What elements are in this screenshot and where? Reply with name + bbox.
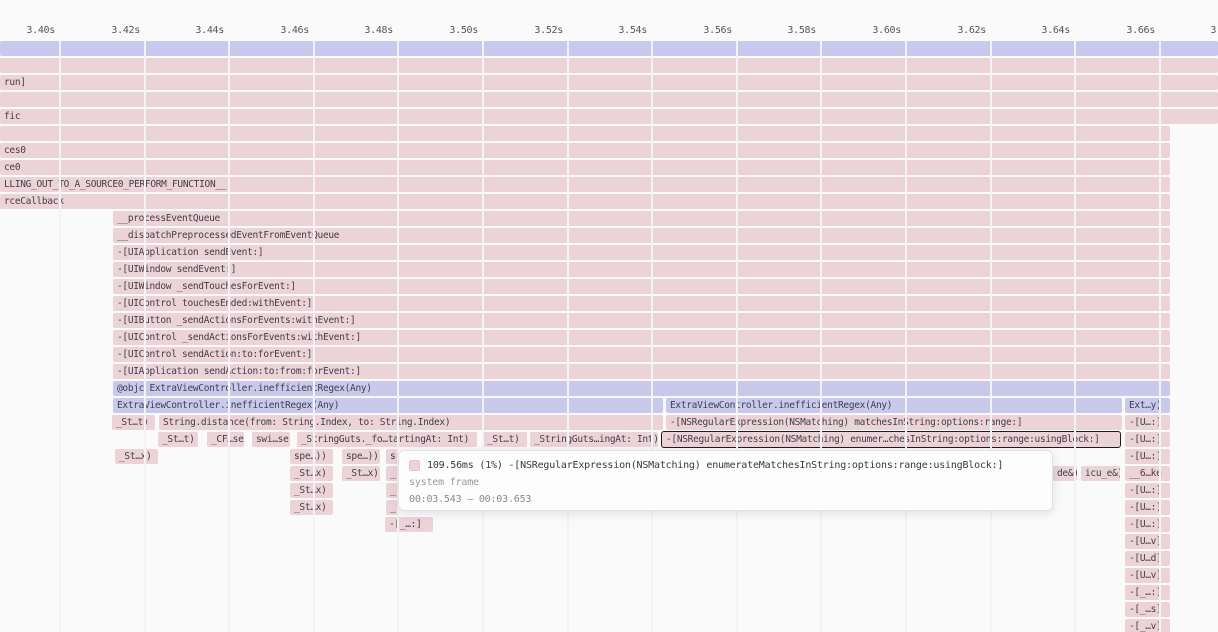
time-tick-label: 3.62s	[946, 24, 986, 37]
flame-bar[interactable]: _St…x)	[115, 449, 158, 464]
flame-bar[interactable]: rceCallback	[0, 194, 1170, 209]
flame-bar[interactable]: -[_…:]	[1125, 585, 1170, 600]
flame-bar[interactable]: _St…x)	[342, 466, 380, 481]
flame-bar[interactable]: -[U…:]	[1125, 432, 1170, 447]
time-gridline	[1074, 41, 1076, 632]
flame-bar[interactable]: -[UIApplication sendAction:to:from:forEv…	[113, 364, 1170, 379]
flame-bar[interactable]: run]	[0, 75, 1218, 90]
flame-bar[interactable]: -[U…v]	[1125, 534, 1170, 549]
time-tick-label: 3.68s	[1199, 24, 1218, 37]
time-tick-label: 3.60s	[861, 24, 901, 37]
instruments-flame-graph: run] fic ces0 ce0 LLING_OUT_TO_A_SOURCE0_PER…	[0, 0, 1218, 632]
time-tick-label: 3.48s	[353, 24, 393, 37]
time-tick-label: 3.66s	[1115, 24, 1155, 37]
flame-bar[interactable]	[0, 41, 1218, 56]
flame-bar[interactable]: _St…t)	[483, 432, 527, 447]
flame-bar[interactable]: Ext…y)	[1125, 398, 1170, 413]
flame-bar[interactable]	[0, 58, 1218, 73]
time-gridline	[1159, 41, 1161, 632]
time-tick-label: 3.46s	[269, 24, 309, 37]
time-tick-label: 3.50s	[438, 24, 478, 37]
flame-bar[interactable]: _St…x)	[290, 483, 333, 498]
flame-bar[interactable]: -[UIControl touchesEnded:withEvent:]	[113, 296, 1170, 311]
flame-bar[interactable]: icu_e&)	[1081, 466, 1120, 481]
flame-bar[interactable]: ExtraViewController.inefficientRegex(Any…	[666, 398, 1122, 413]
flame-bar[interactable]: -[UIButton _sendActionsForEvents:withEve…	[113, 313, 1170, 328]
flame-bar[interactable]: -[_…s]	[1125, 602, 1170, 617]
flame-bar[interactable]: -[U…:]	[1125, 449, 1170, 464]
tooltip-category-swatch	[409, 460, 420, 471]
flame-bar[interactable]: ces0	[0, 143, 1170, 158]
flame-bar[interactable]: -[U…:]	[1125, 500, 1170, 515]
time-gridline	[144, 41, 146, 632]
flame-bar[interactable]: -[U…:]	[1125, 483, 1170, 498]
flame-bar[interactable]: spe…))	[342, 449, 380, 464]
flame-bar[interactable]: -[_…v]	[1125, 619, 1170, 632]
time-gridline	[313, 41, 315, 632]
flame-bar[interactable]: -[U…:]	[1125, 517, 1170, 532]
time-gridline	[397, 41, 399, 632]
flame-bar[interactable]: _StringGuts…ingAt: Int)	[530, 432, 658, 447]
time-gridline	[59, 41, 61, 632]
time-gridline	[228, 41, 230, 632]
tooltip: 109.56ms (1%) -[NSRegularExpression(NSMa…	[398, 450, 1053, 511]
time-gridline	[820, 41, 822, 632]
time-tick-label: 3.64s	[1030, 24, 1070, 37]
tooltip-title: 109.56ms (1%) -[NSRegularExpression(NSMa…	[427, 460, 1003, 471]
flame-bar[interactable]: -[U…:]	[1125, 415, 1170, 430]
tooltip-time-range: 00:03.543 — 00:03.653	[409, 494, 531, 505]
flame-bar[interactable]: -[U…d]	[1125, 551, 1170, 566]
flame-bar[interactable]: -[NSRegularExpression(NSMatching) matche…	[666, 415, 1122, 430]
flame-bar[interactable]: _St…x)	[290, 466, 333, 481]
flame-bar[interactable]: -[UIControl _sendActionsForEvents:withEv…	[113, 330, 1170, 345]
flame-bar[interactable]: -[UIControl sendAction:to:forEvent:]	[113, 347, 1170, 362]
time-gridline	[567, 41, 569, 632]
flame-bar[interactable]: fic	[0, 109, 1218, 124]
time-ruler[interactable]: 3.40s 3.42s 3.44s 3.46s 3.48s 3.50s 3.52s 3.54s…	[0, 0, 1218, 41]
flame-bar[interactable]: _St…t)	[158, 432, 198, 447]
flame-bar[interactable]: String.distance(from: String.Index, to: …	[159, 415, 663, 430]
time-tick-label: 3.58s	[776, 24, 816, 37]
flame-bar[interactable]: ExtraViewController.inefficientRegex(Any…	[113, 398, 663, 413]
time-tick-label: 3.40s	[15, 24, 55, 37]
flame-bar[interactable]: -[_…:]	[385, 517, 433, 532]
flame-area: run] fic ces0 ce0 LLING_OUT_TO_A_SOURCE0_PER…	[0, 0, 1218, 632]
time-tick-label: 3.54s	[607, 24, 647, 37]
time-gridline	[651, 41, 653, 632]
flame-bar[interactable]: @objc ExtraViewController.inefficientReg…	[113, 381, 1170, 396]
flame-bar[interactable]: __dispatchPreprocessedEventFromEventQueu…	[113, 228, 1170, 243]
flame-bar[interactable]: swi…se	[252, 432, 290, 447]
flame-bar[interactable]: -[U…v]	[1125, 568, 1170, 583]
time-gridline	[905, 41, 907, 632]
flame-bar[interactable]: LLING_OUT_TO_A_SOURCE0_PERFORM_FUNCTION_…	[0, 177, 1170, 192]
flame-bar[interactable]: __processEventQueue	[113, 211, 1170, 226]
flame-bar[interactable]: _St…x)	[290, 500, 333, 515]
time-tick-label: 3.44s	[184, 24, 224, 37]
flame-bar[interactable]: spe…))	[290, 449, 333, 464]
time-gridline	[482, 41, 484, 632]
flame-bar[interactable]: __6…ke	[1125, 466, 1170, 481]
time-tick-label: 3.42s	[100, 24, 140, 37]
flame-bar[interactable]: _St…t)	[112, 415, 155, 430]
flame-bar[interactable]: ce0	[0, 160, 1170, 175]
tooltip-subtitle: system frame	[409, 477, 479, 488]
flame-bar[interactable]: -[UIWindow _sendTouchesForEvent:]	[113, 279, 1170, 294]
flame-bar[interactable]	[0, 126, 1170, 141]
flame-bar[interactable]: -[UIWindow sendEvent:]	[113, 262, 1170, 277]
time-gridline	[990, 41, 992, 632]
flame-bar[interactable]: _CF…se	[207, 432, 244, 447]
time-tick-label: 3.52s	[523, 24, 563, 37]
flame-bar-selected[interactable]: -[NSRegularExpression(NSMatching) enumer…	[662, 432, 1120, 447]
time-tick-label: 3.56s	[692, 24, 732, 37]
flame-bar[interactable]: -[UIApplication sendEvent:]	[113, 245, 1170, 260]
flame-bar[interactable]	[0, 92, 1218, 107]
time-gridline	[736, 41, 738, 632]
flame-bar[interactable]: _StringGuts._fo…tartingAt: Int)	[297, 432, 477, 447]
